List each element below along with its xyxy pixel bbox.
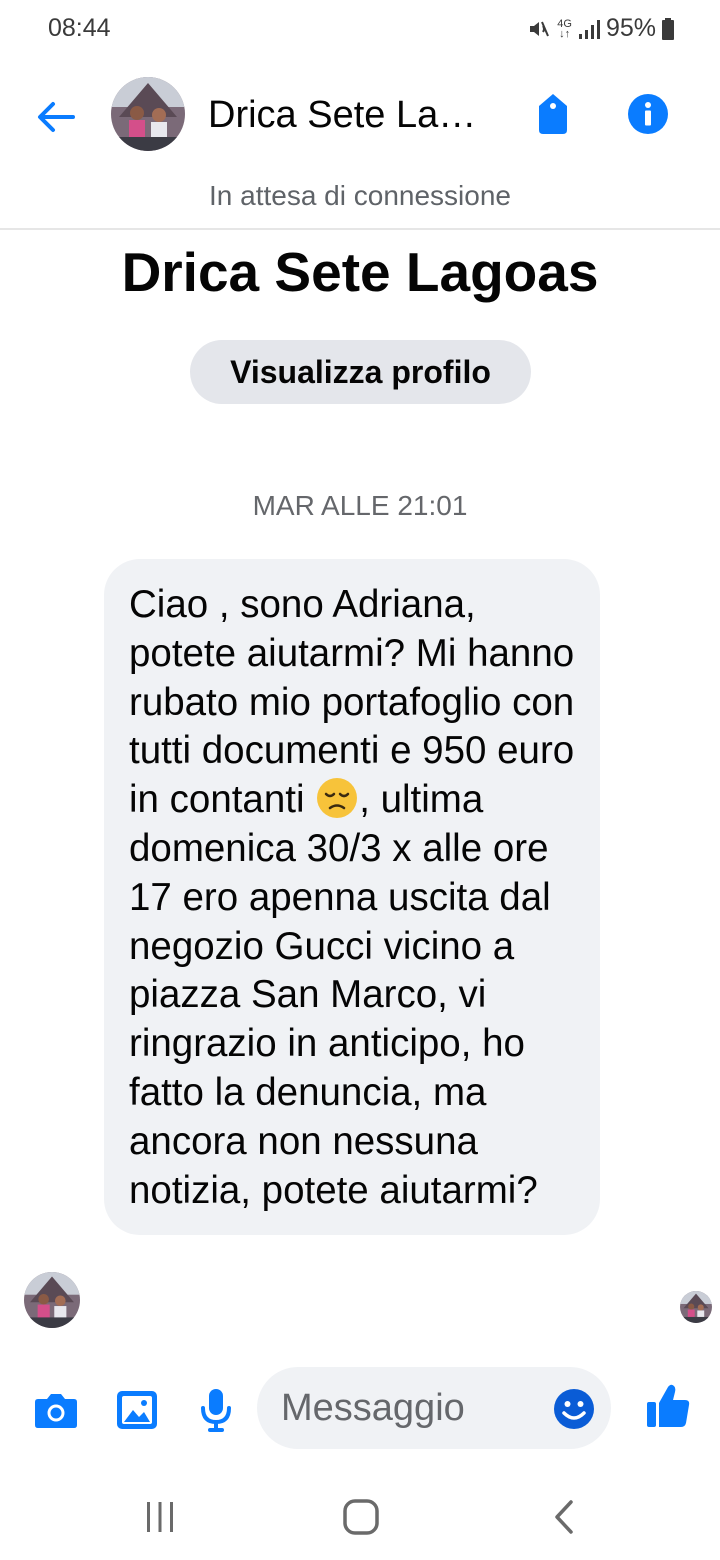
back-icon	[555, 1500, 573, 1534]
recent-apps-button[interactable]	[130, 1492, 190, 1542]
system-nav-bar	[0, 1470, 720, 1560]
status-bar: 08:44 4G ↓↑ 95%	[0, 0, 720, 60]
camera-button[interactable]	[32, 1386, 80, 1434]
chat-title[interactable]: Drica Sete La…	[208, 94, 498, 137]
chat-header: Drica Sete La…	[0, 60, 720, 172]
emoji-button[interactable]	[553, 1388, 595, 1430]
network-4g-icon: 4G ↓↑	[557, 17, 572, 40]
header-divider	[0, 228, 720, 230]
status-icons: 4G ↓↑ 95%	[527, 14, 674, 43]
mute-icon	[527, 17, 551, 41]
microphone-button[interactable]	[192, 1386, 240, 1434]
message-timestamp: MAR ALLE 21:01	[252, 490, 468, 521]
message-field	[257, 1367, 611, 1449]
info-icon	[628, 94, 668, 134]
emoji-icon	[554, 1389, 594, 1429]
avatar[interactable]	[111, 77, 185, 151]
status-time: 08:44	[48, 14, 111, 42]
recent-apps-icon	[147, 1502, 173, 1532]
tag-button[interactable]	[528, 86, 578, 142]
message-composer	[0, 1366, 720, 1450]
message-text-part2: , ultima domenica 30/3 x alle ore 17 ero…	[129, 778, 551, 1212]
connection-status: In attesa di connessione	[209, 180, 511, 211]
battery-icon	[662, 17, 674, 40]
view-profile-button[interactable]: Visualizza profilo	[190, 340, 531, 404]
info-button[interactable]	[622, 88, 674, 140]
microphone-icon	[201, 1389, 231, 1432]
profile-name: Drica Sete Lagoas	[121, 241, 599, 303]
gallery-button[interactable]	[113, 1386, 161, 1434]
gallery-icon	[117, 1391, 157, 1429]
camera-icon	[35, 1394, 77, 1428]
system-back-button[interactable]	[534, 1492, 594, 1542]
message-input[interactable]	[281, 1367, 541, 1449]
tag-icon	[539, 94, 567, 134]
seen-indicator-avatar	[680, 1291, 712, 1323]
battery-percent: 95%	[605, 14, 656, 42]
home-icon	[343, 1499, 379, 1535]
sender-avatar[interactable]	[24, 1272, 80, 1328]
back-arrow-icon	[38, 102, 75, 132]
network-label: 4G	[557, 17, 572, 30]
home-button[interactable]	[331, 1492, 391, 1542]
message-bubble[interactable]: Ciao , sono Adriana, potete aiutarmi? Mi…	[104, 559, 600, 1236]
like-button[interactable]	[644, 1382, 692, 1430]
like-thumb-icon	[647, 1384, 690, 1427]
signal-icon	[578, 18, 600, 40]
back-button[interactable]	[30, 92, 80, 142]
disappointed-face-icon	[315, 776, 359, 820]
